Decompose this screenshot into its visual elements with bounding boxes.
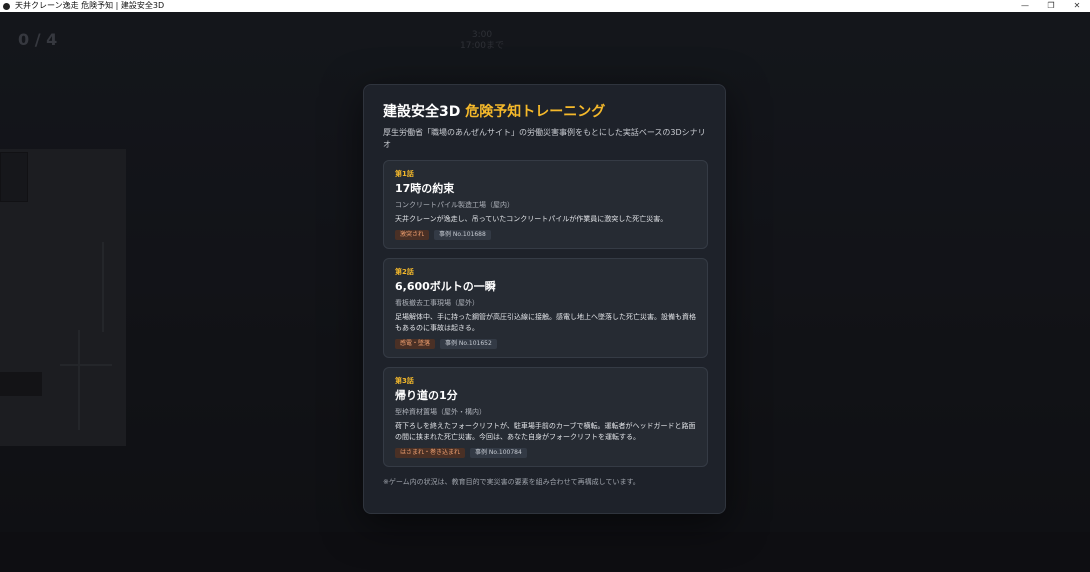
episode-number: 第2話 bbox=[395, 268, 414, 276]
episode-description: 天井クレーンが逸走し、吊っていたコンクリートパイルが作業員に激突した死亡災害。 bbox=[395, 215, 668, 223]
restore-button[interactable]: ❐ bbox=[1038, 0, 1064, 12]
close-button[interactable]: ✕ bbox=[1064, 0, 1090, 12]
case-tag: 事例 No.101688 bbox=[434, 230, 491, 240]
minimize-button[interactable]: — bbox=[1012, 0, 1038, 12]
episode-location: コンクリートパイル製造工場（屋内） bbox=[395, 201, 514, 209]
modal-title-main: 建設安全3D bbox=[383, 104, 466, 120]
episode-location: 型枠資材置場（屋外・構内） bbox=[395, 408, 486, 416]
episode-tags: はさまれ・巻き込まれ 事例 No.100784 bbox=[395, 448, 696, 458]
episode-number: 第1話 bbox=[395, 170, 414, 178]
scenario-select-modal: 建設安全3D 危険予知トレーニング 厚生労働省「職場のあんぜんサイト」の労働災害… bbox=[363, 84, 726, 514]
app-icon bbox=[3, 2, 10, 10]
modal-subtitle: 厚生労働省「職場のあんぜんサイト」の労働災害事例をもとにした実話ベースの3Dシナ… bbox=[383, 128, 706, 149]
episode-number: 第3話 bbox=[395, 377, 414, 385]
window-title: 天井クレーン逸走 危険予知 | 建設安全3D bbox=[15, 1, 165, 10]
episode-location: 看板撤去工事現場（屋外） bbox=[395, 299, 479, 307]
window-titlebar: 天井クレーン逸走 危険予知 | 建設安全3D — ❐ ✕ bbox=[0, 0, 1090, 12]
hazard-tag: はさまれ・巻き込まれ bbox=[395, 448, 466, 458]
episode-description: 足場解体中、手に持った鋼管が高圧引込線に接触。感電し地上へ墜落した死亡災害。設備… bbox=[395, 313, 696, 332]
episode-card-1[interactable]: 第1話 17時の約束 コンクリートパイル製造工場（屋内） 天井クレーンが逸走し、… bbox=[383, 160, 708, 249]
case-tag: 事例 No.100784 bbox=[470, 448, 527, 458]
hazard-tag: 激突され bbox=[395, 230, 430, 240]
episode-description: 荷下ろしを終えたフォークリフトが、駐車場手前のカーブで横転。運転者がヘッドガード… bbox=[395, 422, 696, 441]
modal-title-accent: 危険予知トレーニング bbox=[465, 104, 606, 120]
episode-title: 17時の約束 bbox=[395, 182, 455, 195]
episode-title: 6,600ボルトの一瞬 bbox=[395, 280, 496, 293]
episode-title: 帰り道の1分 bbox=[395, 389, 458, 402]
episode-card-3[interactable]: 第3話 帰り道の1分 型枠資材置場（屋外・構内） 荷下ろしを終えたフォークリフト… bbox=[383, 367, 708, 467]
modal-title: 建設安全3D 危険予知トレーニング bbox=[383, 103, 706, 121]
case-tag: 事例 No.101652 bbox=[440, 339, 497, 349]
episode-card-2[interactable]: 第2話 6,600ボルトの一瞬 看板撤去工事現場（屋外） 足場解体中、手に持った… bbox=[383, 258, 708, 358]
episode-tags: 激突され 事例 No.101688 bbox=[395, 230, 696, 240]
hazard-tag: 感電・墜落 bbox=[395, 339, 436, 349]
episode-tags: 感電・墜落 事例 No.101652 bbox=[395, 339, 696, 349]
modal-footnote: ※ゲーム内の状況は、教育目的で実災害の要素を組み合わせて再構成しています。 bbox=[383, 478, 640, 486]
